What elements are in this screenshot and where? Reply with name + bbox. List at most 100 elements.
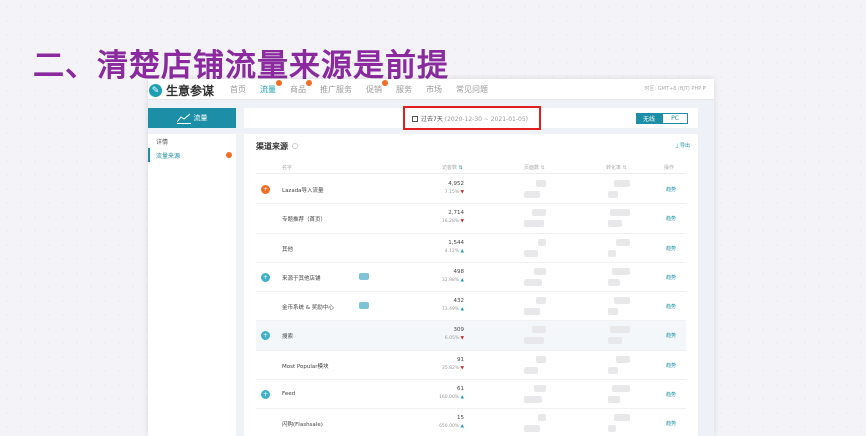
- masked-value: [524, 366, 538, 374]
- timezone-label: 时区: GMT+8 (BJT) PHP ₱: [644, 86, 707, 92]
- col-conversion[interactable]: 转化率 ⇅: [606, 164, 627, 171]
- col-visitors[interactable]: 访客数 ⇅: [442, 164, 463, 171]
- masked-value: [524, 249, 538, 257]
- date-bar: 过去7天 (2020-12-30 ~ 2021-01-05) 无线 PC: [244, 106, 698, 130]
- expand-icon[interactable]: +: [261, 272, 270, 282]
- masked-value: [532, 209, 546, 217]
- masked-value: [612, 385, 630, 393]
- table-row[interactable]: + 来源于其他店铺 498 32.98% ▲ 趋势: [256, 263, 686, 293]
- masked-value: [524, 278, 542, 286]
- masked-value: [610, 326, 630, 334]
- sidebar-header[interactable]: 流量: [148, 108, 236, 128]
- arrow-down-icon: ▼: [460, 190, 464, 195]
- tag-icon: [359, 272, 369, 280]
- change-percent: 35.82% ▼: [416, 366, 464, 371]
- nav-tab[interactable]: 市场: [426, 84, 442, 95]
- change-value: 650.00%: [439, 424, 460, 430]
- visitor-count: 4,952: [448, 181, 464, 187]
- source-name: Feed: [282, 391, 296, 398]
- arrow-up-icon: ▲: [460, 248, 464, 254]
- notification-dot: [306, 80, 312, 86]
- change-value: 160.00%: [439, 395, 460, 401]
- trend-link[interactable]: 趋势: [666, 215, 676, 222]
- info-icon[interactable]: [292, 143, 298, 149]
- export-label: 导出: [679, 143, 690, 149]
- change-value: 32.98%: [441, 277, 460, 283]
- trend-link[interactable]: 趋势: [666, 420, 676, 427]
- change-percent: 4.12% ▲: [416, 249, 464, 254]
- sidebar: 详情流量来源: [148, 134, 236, 436]
- logo[interactable]: ✎ 生意参谋: [149, 82, 214, 99]
- masked-value: [616, 238, 630, 246]
- nav-tab[interactable]: 流量: [260, 80, 282, 95]
- masked-value: [608, 308, 618, 316]
- nav-tab[interactable]: 服务: [396, 84, 412, 95]
- sidebar-header-label: 流量: [193, 114, 208, 122]
- table-row[interactable]: Most Popular模块 91 35.82% ▼ 趋势: [256, 351, 686, 381]
- arrow-down-icon: ▼: [460, 336, 464, 342]
- table-row[interactable]: 闪购(Flashsale) 15 650.00% ▲ 趋势: [256, 409, 686, 436]
- masked-value: [612, 267, 630, 275]
- source-name: 专题推荐（首页）: [282, 217, 327, 224]
- table-row[interactable]: 其他 1,544 4.12% ▲ 趋势: [256, 234, 686, 263]
- masked-value: [608, 278, 620, 286]
- change-value: 73.49%: [441, 307, 460, 313]
- table-row[interactable]: 金币系统 & 奖励中心 432 73.49% ▲ 趋势: [256, 292, 686, 322]
- trend-link[interactable]: 趋势: [666, 274, 676, 281]
- col-pages[interactable]: 页面数 ⇅: [524, 164, 545, 171]
- trend-link[interactable]: 趋势: [666, 391, 676, 398]
- expand-icon[interactable]: +: [261, 390, 270, 400]
- source-name: 来源于其他店铺: [282, 275, 321, 282]
- trend-link[interactable]: 趋势: [666, 303, 676, 310]
- nav-tab[interactable]: 推广服务: [320, 84, 352, 95]
- arrow-up-icon: ▲: [460, 424, 464, 430]
- change-percent: 16.28% ▼: [416, 219, 464, 224]
- trend-link[interactable]: 趋势: [666, 186, 676, 193]
- sidebar-item[interactable]: 流量来源: [148, 148, 236, 162]
- col-conversion-label: 转化率: [606, 165, 622, 171]
- trend-link[interactable]: 趋势: [666, 362, 676, 369]
- nav-tab[interactable]: 商品: [290, 80, 312, 95]
- sort-icon: ⇅: [622, 165, 627, 171]
- nav-tab[interactable]: 促销: [366, 80, 388, 95]
- toggle-pc[interactable]: PC: [662, 113, 688, 124]
- table-row[interactable]: + Feed 61 160.00% ▲ 趋势: [256, 380, 686, 410]
- trend-link[interactable]: 趋势: [666, 332, 676, 339]
- arrow-down-icon: ▼: [460, 365, 464, 371]
- sidebar-item-label: 流量来源: [156, 152, 181, 160]
- arrow-up-icon: ▲: [460, 395, 464, 401]
- masked-value: [538, 414, 546, 422]
- sort-icon: ⇅: [540, 165, 545, 171]
- table-header: 名字 访客数 ⇅ 页面数 ⇅ 转化率 ⇅ 操作: [256, 160, 686, 174]
- expand-icon[interactable]: +: [261, 331, 270, 341]
- notification-dot: [276, 80, 282, 86]
- nav-tab[interactable]: 首页: [230, 84, 246, 95]
- change-value: 16.28%: [441, 219, 460, 225]
- table-body: + Lazada导入流量 4,952 7.15% ▼ 趋势 专题推荐（首页） 2,714 16…: [256, 175, 686, 436]
- masked-value: [616, 355, 630, 363]
- visitor-count: 61: [457, 386, 464, 393]
- masked-value: [608, 337, 622, 345]
- change-percent: 32.98% ▲: [416, 278, 464, 283]
- export-button[interactable]: ⤓ 导出: [676, 142, 690, 149]
- masked-value: [524, 396, 542, 404]
- masked-value: [608, 396, 620, 404]
- masked-value: [534, 385, 546, 393]
- masked-value: [610, 209, 630, 217]
- sidebar-item[interactable]: 详情: [148, 134, 236, 148]
- nav-tab[interactable]: 常见问题: [456, 84, 488, 95]
- trend-link[interactable]: 趋势: [666, 245, 676, 252]
- expand-icon[interactable]: +: [261, 185, 270, 194]
- masked-value: [524, 308, 540, 316]
- change-value: 7.15%: [444, 190, 460, 195]
- table-row[interactable]: 专题推荐（首页） 2,714 16.28% ▼ 趋势: [256, 204, 686, 234]
- arrow-down-icon: ▼: [460, 219, 464, 225]
- table-row[interactable]: + 搜索 309 6.05% ▼ 趋势: [256, 321, 686, 351]
- nav-tabs: 首页 流量 商品 推广服务 促销 服务 市场 常见问题: [230, 80, 502, 95]
- change-percent: 7.15% ▼: [416, 190, 464, 195]
- col-pages-label: 页面数: [524, 165, 540, 171]
- toggle-wireless[interactable]: 无线: [636, 113, 662, 124]
- masked-value: [524, 191, 540, 198]
- table-row[interactable]: + Lazada导入流量 4,952 7.15% ▼ 趋势: [256, 175, 686, 205]
- change-value: 6.05%: [444, 336, 460, 342]
